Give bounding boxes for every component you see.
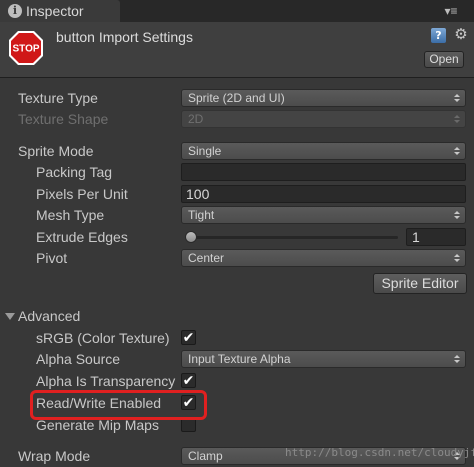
row-sprite-mode: Sprite Mode Single: [0, 141, 474, 162]
srgb-label: sRGB (Color Texture): [36, 330, 170, 346]
row-pixels-per-unit: Pixels Per Unit 100: [0, 184, 474, 205]
alpha-source-label: Alpha Source: [36, 351, 121, 367]
advanced-foldout[interactable]: Advanced: [0, 306, 474, 327]
asset-title: button Import Settings: [56, 29, 193, 45]
row-texture-shape: Texture Shape 2D: [0, 109, 474, 130]
extrude-edges-input[interactable]: 1: [406, 228, 466, 246]
open-button[interactable]: Open: [424, 51, 464, 68]
extrude-edges-slider-track[interactable]: [186, 236, 398, 239]
extrude-edges-label: Extrude Edges: [36, 229, 128, 245]
packing-tag-input[interactable]: [181, 163, 466, 181]
tab-inspector[interactable]: i Inspector: [0, 0, 120, 22]
help-icon[interactable]: ?: [431, 28, 446, 43]
row-texture-type: Texture Type Sprite (2D and UI): [0, 88, 474, 109]
row-alpha-is-transparency: Alpha Is Transparency ✔: [0, 371, 474, 392]
texture-shape-label: Texture Shape: [18, 111, 109, 127]
mesh-type-dropdown[interactable]: Tight: [181, 206, 466, 224]
row-sprite-editor: Sprite Editor: [0, 273, 474, 294]
tab-menu-icon[interactable]: ▾≡: [438, 3, 464, 19]
pivot-dropdown[interactable]: Center: [181, 249, 466, 267]
inspector-header: STOP button Import Settings ? ⚙ Open: [0, 22, 474, 78]
texture-type-label: Texture Type: [18, 90, 98, 106]
row-packing-tag: Packing Tag: [0, 162, 474, 183]
mesh-type-label: Mesh Type: [36, 207, 105, 223]
row-srgb: sRGB (Color Texture) ✔: [0, 328, 474, 349]
alpha-source-dropdown[interactable]: Input Texture Alpha: [181, 350, 466, 368]
foldout-arrow-icon: [5, 313, 15, 320]
gear-icon[interactable]: ⚙: [453, 26, 469, 44]
texture-type-dropdown[interactable]: Sprite (2D and UI): [181, 89, 466, 107]
sprite-editor-button[interactable]: Sprite Editor: [373, 273, 467, 294]
highlight-annotation: [30, 390, 207, 420]
pixels-per-unit-input[interactable]: 100: [181, 185, 466, 203]
info-icon: i: [8, 4, 22, 18]
packing-tag-label: Packing Tag: [36, 164, 113, 180]
wrap-mode-label: Wrap Mode: [18, 448, 91, 464]
watermark-text: http://blog.csdn.net/cloudyjf: [285, 446, 474, 459]
tab-title: Inspector: [26, 3, 84, 19]
row-extrude-edges: Extrude Edges 1: [0, 227, 474, 248]
pixels-per-unit-label: Pixels Per Unit: [36, 186, 128, 202]
texture-shape-dropdown: 2D: [181, 110, 466, 128]
row-pivot: Pivot Center: [0, 248, 474, 269]
stop-sign-label: STOP: [12, 44, 39, 55]
extrude-edges-slider-thumb[interactable]: [185, 231, 197, 243]
tab-bar: i Inspector ▾≡: [0, 0, 474, 22]
row-alpha-source: Alpha Source Input Texture Alpha: [0, 349, 474, 370]
srgb-checkbox[interactable]: ✔: [181, 330, 196, 345]
advanced-label: Advanced: [18, 308, 81, 324]
stop-sign-icon: STOP: [9, 31, 43, 65]
sprite-mode-dropdown[interactable]: Single: [181, 142, 466, 160]
sprite-mode-label: Sprite Mode: [18, 143, 94, 159]
pivot-label: Pivot: [36, 250, 68, 266]
alpha-is-transparency-checkbox[interactable]: ✔: [181, 373, 196, 388]
alpha-is-transparency-label: Alpha Is Transparency: [36, 373, 176, 389]
row-mesh-type: Mesh Type Tight: [0, 205, 474, 226]
